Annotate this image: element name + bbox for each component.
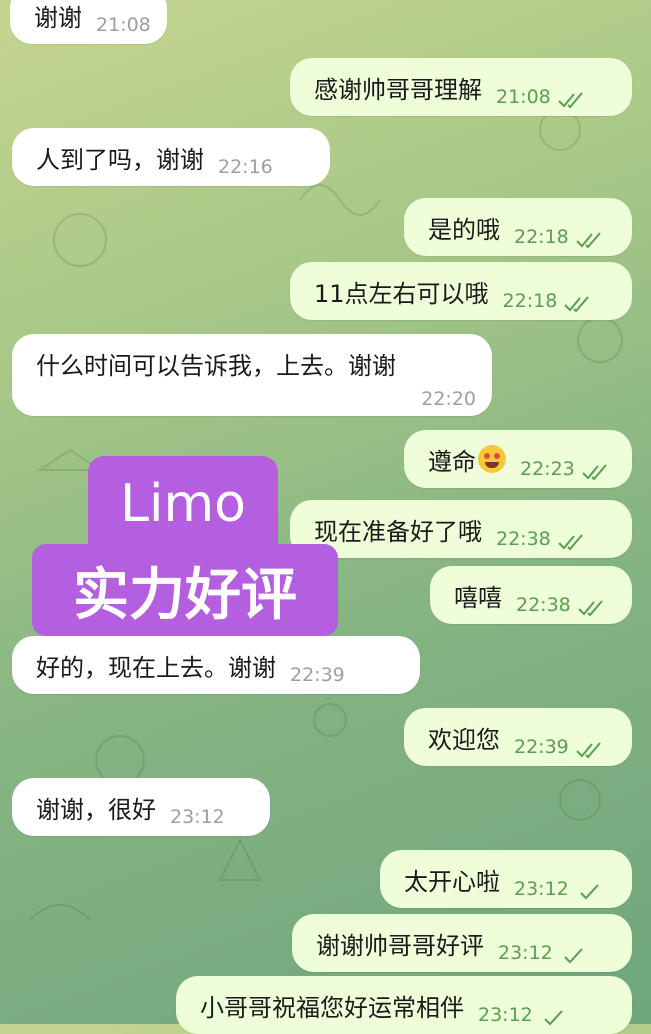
message-text: 人到了吗，谢谢 [36,145,204,174]
message-text: 小哥哥祝福您好运常相伴 [200,993,464,1022]
double-check-icon [558,534,583,551]
message-bubble-incoming[interactable]: 人到了吗，谢谢 22:16 [12,128,330,186]
promo-overlay-title: Limo [88,456,278,552]
double-check-icon [576,742,601,759]
message-bubble-outgoing[interactable]: 小哥哥祝福您好运常相伴 23:12 [176,976,632,1034]
message-text: 遵命 [428,447,476,476]
double-check-icon [582,464,607,481]
message-time: 23:12 [514,878,569,900]
promo-overlay-subtitle: 实力好评 [32,544,338,636]
message-text: 现在准备好了哦 [314,517,482,546]
message-time: 22:38 [516,594,571,616]
single-check-icon [580,884,599,900]
message-time: 22:16 [218,156,273,178]
single-check-icon [544,1010,563,1026]
message-text: 感谢帅哥哥理解 [314,75,482,104]
message-time: 23:12 [170,806,225,828]
message-text: 谢谢帅哥哥好评 [316,931,484,960]
message-text: 是的哦 [428,215,500,244]
double-check-icon [578,600,603,617]
message-time: 22:38 [496,528,551,550]
message-time: 22:20 [421,388,476,410]
message-bubble-outgoing[interactable]: 感谢帅哥哥理解 21:08 [290,58,632,116]
message-bubble-incoming[interactable]: 好的，现在上去。谢谢 22:39 [12,636,420,694]
message-bubble-outgoing[interactable]: 是的哦 22:18 [404,198,632,256]
message-bubble-outgoing[interactable]: 欢迎您 22:39 [404,708,632,766]
message-time: 21:08 [96,14,151,36]
message-time: 21:08 [496,86,551,108]
message-bubble-outgoing[interactable]: 遵命 22:23 [404,430,632,488]
message-text: 谢谢，很好 [36,795,156,824]
double-check-icon [576,232,601,249]
message-time: 22:23 [520,458,575,480]
message-bubble-outgoing[interactable]: 现在准备好了哦 22:38 [290,500,632,558]
message-bubble-incoming[interactable]: 谢谢，很好 23:12 [12,778,270,836]
message-time: 23:12 [478,1004,533,1026]
message-bubble-incoming[interactable]: 什么时间可以告诉我，上去。谢谢 22:20 [12,334,492,416]
double-check-icon [558,92,583,109]
message-text: 谢谢 [34,3,82,32]
message-bubble-incoming[interactable]: 谢谢 21:08 [10,0,167,44]
star-struck-emoji-icon [478,445,506,473]
message-text: 11点左右可以哦 [314,279,489,308]
message-time: 22:39 [514,736,569,758]
message-bubble-outgoing[interactable]: 太开心啦 23:12 [380,850,632,908]
message-bubble-outgoing[interactable]: 谢谢帅哥哥好评 23:12 [292,914,632,972]
message-text: 嘻嘻 [454,583,502,612]
message-bubble-outgoing[interactable]: 11点左右可以哦 22:18 [290,262,632,320]
double-check-icon [564,296,590,313]
message-time: 22:18 [502,290,558,312]
message-text: 太开心啦 [404,867,500,896]
message-bubble-outgoing[interactable]: 嘻嘻 22:38 [430,566,632,624]
message-time: 22:39 [290,664,345,686]
message-text: 好的，现在上去。谢谢 [36,653,276,682]
single-check-icon [564,948,583,964]
message-text: 什么时间可以告诉我，上去。谢谢 [36,352,396,380]
message-time: 23:12 [498,942,553,964]
message-time: 22:18 [514,226,569,248]
message-text: 欢迎您 [428,725,500,754]
